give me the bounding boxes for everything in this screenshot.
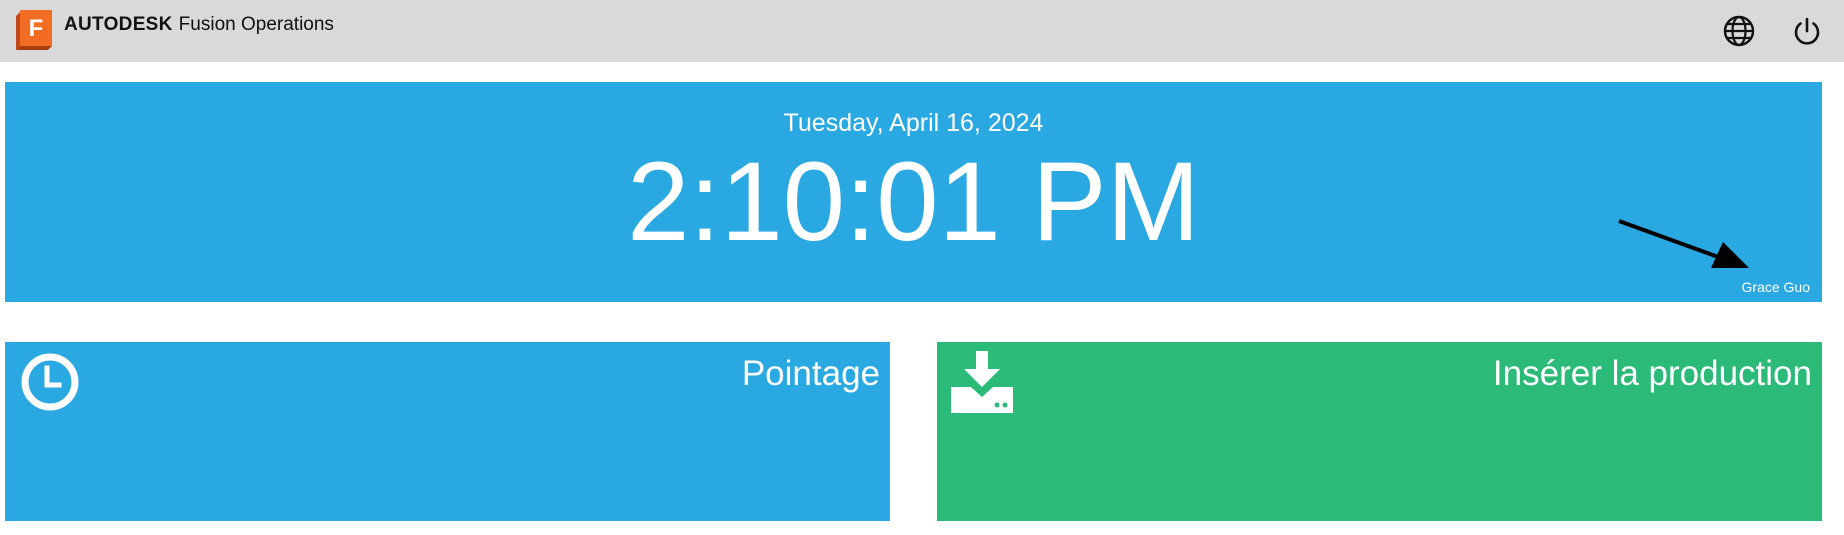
clock-panel: Tuesday, April 16, 2024 2:10:01 PM Grace… xyxy=(5,82,1822,302)
globe-icon[interactable] xyxy=(1722,14,1756,48)
tile-pointage-label: Pointage xyxy=(741,354,880,393)
clock-icon xyxy=(21,353,79,411)
fusion-logo-icon: F xyxy=(16,10,52,50)
tile-inserer-production-label: Insérer la production xyxy=(1492,354,1812,393)
brand-company: AUTODESK xyxy=(64,14,173,35)
app-brand: AUTODESK Fusion Operations xyxy=(64,13,334,37)
download-icon xyxy=(951,351,1013,413)
current-date: Tuesday, April 16, 2024 xyxy=(783,109,1044,137)
brand-product: Fusion Operations xyxy=(178,14,334,35)
tile-inserer-production[interactable]: Insérer la production xyxy=(937,342,1822,521)
user-name[interactable]: Grace Guo xyxy=(1742,278,1810,296)
arrow-annotation-icon xyxy=(1618,219,1749,268)
tile-pointage[interactable]: Pointage xyxy=(5,342,890,521)
top-bar: F AUTODESK Fusion Operations xyxy=(0,0,1844,62)
power-icon[interactable] xyxy=(1790,14,1824,48)
current-time: 2:10:01 PM xyxy=(627,139,1200,264)
logo-letter: F xyxy=(29,15,44,42)
